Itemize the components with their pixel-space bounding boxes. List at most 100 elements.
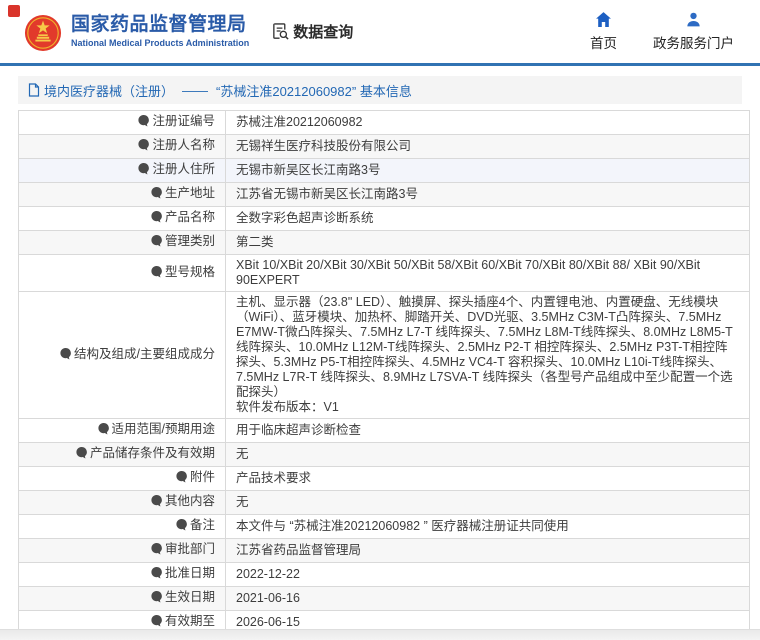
table-row: 结构及组成/主要组成成分 主机、显示器（23.8" LED）、触摸屏、探头插座4…	[19, 292, 750, 419]
document-search-icon	[271, 22, 290, 41]
corner-red-mark	[8, 5, 20, 17]
row-label-text: 注册人住所	[152, 162, 215, 176]
table-row: 适用范围/预期用途 用于临床超声诊断检查	[19, 419, 750, 443]
nav-item-home[interactable]: 首页	[590, 11, 617, 52]
row-label-text: 管理类别	[165, 234, 215, 248]
row-value: 无	[226, 491, 750, 515]
row-label-text: 生效日期	[165, 590, 215, 604]
note-icon	[137, 114, 150, 131]
row-value: 全数字彩色超声诊断系统	[226, 207, 750, 231]
row-value: 江苏省无锡市新吴区长江南路3号	[226, 183, 750, 207]
row-value: 无锡市新吴区长江南路3号	[226, 159, 750, 183]
row-label-text: 生产地址	[165, 186, 215, 200]
note-icon	[175, 518, 188, 535]
note-icon	[150, 566, 163, 583]
national-emblem-icon	[24, 14, 62, 52]
agency-title-block: 国家药品监督管理局 National Medical Products Admi…	[71, 15, 249, 49]
row-label: 产品储存条件及有效期	[19, 443, 226, 467]
row-label: 结构及组成/主要组成成分	[19, 292, 226, 419]
row-value: 无	[226, 443, 750, 467]
note-icon	[150, 590, 163, 607]
table-row: 管理类别 第二类	[19, 231, 750, 255]
note-icon	[137, 138, 150, 155]
note-icon	[150, 542, 163, 559]
row-value: 本文件与 “苏械注准20212060982 ” 医疗器械注册证共同使用	[226, 515, 750, 539]
breadcrumb-current: “苏械注准20212060982” 基本信息	[216, 81, 412, 100]
row-label-text: 注册人名称	[152, 138, 215, 152]
top-nav: 首页 政务服务门户	[590, 11, 740, 52]
row-label: 生效日期	[19, 587, 226, 611]
footer-strip	[0, 629, 760, 640]
row-label: 产品名称	[19, 207, 226, 231]
page-header: 国家药品监督管理局 National Medical Products Admi…	[0, 0, 760, 63]
table-row: 生产地址 江苏省无锡市新吴区长江南路3号	[19, 183, 750, 207]
note-icon	[150, 210, 163, 227]
row-label: 注册人名称	[19, 135, 226, 159]
user-icon	[685, 11, 702, 28]
note-icon	[75, 446, 88, 463]
breadcrumb: 境内医疗器械（注册） —— “苏械注准20212060982” 基本信息	[18, 76, 742, 104]
table-row: 型号规格 XBit 10/XBit 20/XBit 30/XBit 50/XBi…	[19, 255, 750, 292]
row-label-text: 备注	[190, 518, 215, 532]
row-label: 备注	[19, 515, 226, 539]
row-label: 审批部门	[19, 539, 226, 563]
nav-item-label: 首页	[590, 32, 617, 52]
row-label-text: 审批部门	[165, 542, 215, 556]
document-icon	[28, 83, 40, 97]
row-label-text: 注册证编号	[152, 114, 215, 128]
note-icon	[150, 494, 163, 511]
row-label: 注册人住所	[19, 159, 226, 183]
agency-title-en: National Medical Products Administration	[71, 39, 249, 49]
data-query-nav[interactable]: 数据查询	[271, 21, 353, 42]
row-label: 型号规格	[19, 255, 226, 292]
table-row: 产品储存条件及有效期 无	[19, 443, 750, 467]
row-value: XBit 10/XBit 20/XBit 30/XBit 50/XBit 58/…	[226, 255, 750, 292]
nav-item-gov-portal[interactable]: 政务服务门户	[653, 11, 734, 52]
registration-info-table: 注册证编号 苏械注准20212060982 注册人名称 无锡祥生医疗科技股份有限…	[18, 110, 750, 640]
row-value: 江苏省药品监督管理局	[226, 539, 750, 563]
row-value: 2022-12-22	[226, 563, 750, 587]
table-row: 备注 本文件与 “苏械注准20212060982 ” 医疗器械注册证共同使用	[19, 515, 750, 539]
table-row: 附件 产品技术要求	[19, 467, 750, 491]
note-icon	[150, 186, 163, 203]
row-label: 生产地址	[19, 183, 226, 207]
table-row: 注册人名称 无锡祥生医疗科技股份有限公司	[19, 135, 750, 159]
row-label-text: 适用范围/预期用途	[112, 422, 215, 436]
row-value: 第二类	[226, 231, 750, 255]
note-icon	[150, 265, 163, 282]
row-label: 注册证编号	[19, 111, 226, 135]
row-label-text: 产品名称	[165, 210, 215, 224]
table-row: 生效日期 2021-06-16	[19, 587, 750, 611]
row-label: 附件	[19, 467, 226, 491]
row-value: 产品技术要求	[226, 467, 750, 491]
table-row: 注册证编号 苏械注准20212060982	[19, 111, 750, 135]
row-value: 无锡祥生医疗科技股份有限公司	[226, 135, 750, 159]
row-label-text: 产品储存条件及有效期	[90, 446, 215, 460]
row-label-text: 结构及组成/主要组成成分	[74, 347, 215, 361]
row-label-text: 附件	[190, 470, 215, 484]
note-icon	[150, 234, 163, 251]
row-value: 用于临床超声诊断检查	[226, 419, 750, 443]
row-label-text: 批准日期	[165, 566, 215, 580]
header-divider	[0, 63, 760, 66]
row-label: 批准日期	[19, 563, 226, 587]
agency-title-cn: 国家药品监督管理局	[71, 15, 249, 36]
row-value: 2021-06-16	[226, 587, 750, 611]
row-label-text: 型号规格	[165, 265, 215, 279]
row-label: 其他内容	[19, 491, 226, 515]
table-row: 其他内容 无	[19, 491, 750, 515]
table-row: 审批部门 江苏省药品监督管理局	[19, 539, 750, 563]
breadcrumb-dash: ——	[182, 83, 208, 98]
note-icon	[137, 162, 150, 179]
table-row: 产品名称 全数字彩色超声诊断系统	[19, 207, 750, 231]
info-table-body: 注册证编号 苏械注准20212060982 注册人名称 无锡祥生医疗科技股份有限…	[19, 111, 750, 640]
data-query-label: 数据查询	[293, 21, 353, 42]
table-row: 注册人住所 无锡市新吴区长江南路3号	[19, 159, 750, 183]
row-value: 主机、显示器（23.8" LED）、触摸屏、探头插座4个、内置锂电池、内置硬盘、…	[226, 292, 750, 419]
row-label: 管理类别	[19, 231, 226, 255]
row-label-text: 其他内容	[165, 494, 215, 508]
table-row: 批准日期 2022-12-22	[19, 563, 750, 587]
breadcrumb-section[interactable]: 境内医疗器械（注册）	[44, 81, 174, 100]
note-icon	[97, 422, 110, 439]
row-value: 苏械注准20212060982	[226, 111, 750, 135]
